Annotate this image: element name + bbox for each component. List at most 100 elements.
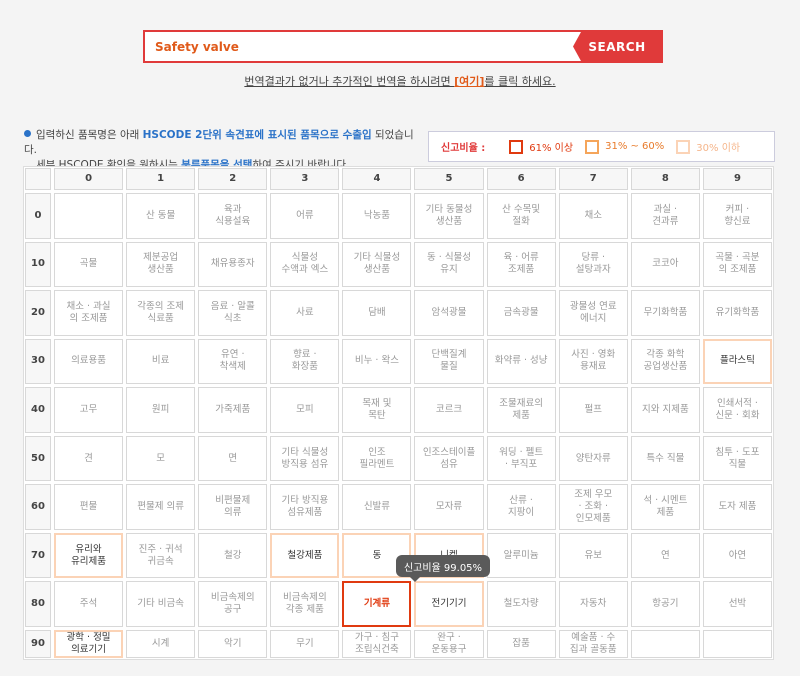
hscode-cell-08[interactable]: 과실 · 견과류 — [630, 193, 700, 239]
hscode-cell-65[interactable]: 모자류 — [414, 484, 484, 530]
hscode-cell-64[interactable]: 신발류 — [342, 484, 412, 530]
hscode-cell-03[interactable]: 어류 — [270, 193, 340, 239]
hscode-cell-67[interactable]: 조제 우모 · 조화 · 인모제품 — [558, 484, 628, 530]
hscode-cell-68[interactable]: 석 · 시멘트 제품 — [630, 484, 700, 530]
hscode-cell-50[interactable]: 견 — [54, 435, 124, 482]
hscode-cell-66[interactable]: 산류 · 지팡이 — [486, 484, 556, 530]
hscode-cell-14[interactable]: 기타 식물성 생산품 — [342, 241, 412, 288]
hscode-cell-18[interactable]: 코코아 — [630, 241, 700, 288]
hscode-cell-20[interactable]: 채소 · 과실 의 조제품 — [54, 290, 124, 336]
hscode-cell-24[interactable]: 담배 — [342, 290, 412, 336]
hscode-cell-36[interactable]: 화약류 · 성냥 — [486, 338, 556, 385]
hscode-cell-43[interactable]: 모피 — [270, 387, 340, 433]
hscode-cell-15[interactable]: 동 · 식물성 유지 — [414, 241, 484, 288]
hscode-cell-28[interactable]: 무기화학품 — [630, 290, 700, 336]
hscode-cell-70[interactable]: 유리와 유리제품 — [54, 532, 124, 579]
translation-note-post: 를 클릭 하세요. — [484, 75, 556, 88]
hscode-cell-02[interactable]: 육과 식용설육 — [198, 193, 268, 239]
hscode-cell-04[interactable]: 낙농품 — [342, 193, 412, 239]
hscode-cell-80[interactable]: 주석 — [54, 581, 124, 627]
hscode-cell-21[interactable]: 각종의 조제 식료품 — [126, 290, 196, 336]
hscode-cell-10[interactable]: 곡물 — [54, 241, 124, 288]
hscode-cell-89[interactable]: 선박 — [702, 581, 772, 627]
hscode-cell-81[interactable]: 기타 비금속 — [126, 581, 196, 627]
hscode-cell-51[interactable]: 모 — [126, 435, 196, 482]
hscode-cell-44[interactable]: 목재 및 목탄 — [342, 387, 412, 433]
hscode-cell-35[interactable]: 단백질계 물질 — [414, 338, 484, 385]
hscode-cell-33[interactable]: 향료 · 화장품 — [270, 338, 340, 385]
hscode-cell-88[interactable]: 항공기 — [630, 581, 700, 627]
hscode-cell-12[interactable]: 채유용종자 — [198, 241, 268, 288]
hscode-cell-37[interactable]: 사진 · 영화 용재료 — [558, 338, 628, 385]
hscode-cell-39[interactable]: 플라스틱 — [702, 338, 772, 385]
hscode-cell-07[interactable]: 채소 — [558, 193, 628, 239]
hscode-cell-96[interactable]: 잡품 — [486, 630, 556, 658]
hscode-cell-62[interactable]: 비편물제 의류 — [198, 484, 268, 530]
hscode-cell-77[interactable]: 유보 — [558, 532, 628, 579]
hscode-cell-48[interactable]: 지와 지제품 — [630, 387, 700, 433]
hscode-cell-41[interactable]: 원피 — [126, 387, 196, 433]
search-input[interactable] — [145, 32, 581, 61]
hscode-cell-85[interactable]: 전기기기 — [414, 581, 484, 627]
hscode-cell-59[interactable]: 침투 · 도포 직물 — [702, 435, 772, 482]
hscode-cell-17[interactable]: 당류 · 설탕과자 — [558, 241, 628, 288]
hscode-cell-16[interactable]: 육 · 어류 조제품 — [486, 241, 556, 288]
hscode-cell-11[interactable]: 제분공업 생산품 — [126, 241, 196, 288]
hscode-cell-55[interactable]: 인조스테이플 섬유 — [414, 435, 484, 482]
hscode-cell-97[interactable]: 예술품 · 수 집과 골동품 — [558, 630, 628, 658]
hscode-cell-01[interactable]: 산 동물 — [126, 193, 196, 239]
hscode-cell-42[interactable]: 가죽제품 — [198, 387, 268, 433]
hscode-cell-69[interactable]: 도자 제품 — [702, 484, 772, 530]
hscode-cell-58[interactable]: 특수 직물 — [630, 435, 700, 482]
hscode-cell-32[interactable]: 유연 · 착색제 — [198, 338, 268, 385]
hscode-cell-61[interactable]: 편물제 의류 — [126, 484, 196, 530]
hscode-cell-53[interactable]: 기타 식물성 방직용 섬유 — [270, 435, 340, 482]
hscode-cell-25[interactable]: 암석광물 — [414, 290, 484, 336]
hscode-cell-87[interactable]: 자동차 — [558, 581, 628, 627]
hscode-cell-91[interactable]: 시계 — [126, 630, 196, 658]
hscode-cell-95[interactable]: 완구 · 운동용구 — [414, 630, 484, 658]
hscode-cell-94[interactable]: 가구 · 침구 조립식건축 — [342, 630, 412, 658]
hscode-cell-05[interactable]: 기타 동물성 생산품 — [414, 193, 484, 239]
hscode-cell-31[interactable]: 비료 — [126, 338, 196, 385]
hscode-cell-30[interactable]: 의료용품 — [54, 338, 124, 385]
hscode-cell-60[interactable]: 편물 — [54, 484, 124, 530]
hscode-cell-92[interactable]: 악기 — [198, 630, 268, 658]
hscode-cell-52[interactable]: 면 — [198, 435, 268, 482]
hscode-cell-78[interactable]: 연 — [630, 532, 700, 579]
hscode-cell-73[interactable]: 철강제품 — [270, 532, 340, 579]
hscode-cell-63[interactable]: 기타 방직용 섬유제품 — [270, 484, 340, 530]
hscode-cell-49[interactable]: 인쇄서적 · 신문 · 회화 — [702, 387, 772, 433]
hscode-cell-76[interactable]: 알루미늄 — [486, 532, 556, 579]
hscode-cell-56[interactable]: 워딩 · 펠트 · 부직포 — [486, 435, 556, 482]
hscode-cell-79[interactable]: 아연 — [702, 532, 772, 579]
hscode-cell-90[interactable]: 광학 · 정밀 의료기기 — [54, 630, 124, 658]
hscode-cell-54[interactable]: 인조 필라멘트 — [342, 435, 412, 482]
here-link[interactable]: [여기] — [454, 75, 484, 88]
hscode-cell-40[interactable]: 고무 — [54, 387, 124, 433]
hscode-cell-27[interactable]: 광물성 연료 에너지 — [558, 290, 628, 336]
hscode-cell-23[interactable]: 사료 — [270, 290, 340, 336]
hscode-cell-86[interactable]: 철도차량 — [486, 581, 556, 627]
hscode-cell-93[interactable]: 무기 — [270, 630, 340, 658]
hscode-cell-71[interactable]: 진주 · 귀석 귀금속 — [126, 532, 196, 579]
hscode-cell-38[interactable]: 각종 화학 공업생산품 — [630, 338, 700, 385]
hscode-cell-29[interactable]: 유기화학품 — [702, 290, 772, 336]
hscode-cell-26[interactable]: 금속광물 — [486, 290, 556, 336]
search-button[interactable]: SEARCH — [573, 32, 661, 61]
hscode-cell-83[interactable]: 비금속제의 각종 제품 — [270, 581, 340, 627]
hscode-cell-34[interactable]: 비누 · 왁스 — [342, 338, 412, 385]
hscode-cell-09[interactable]: 커피 · 향신료 — [702, 193, 772, 239]
hscode-cell-82[interactable]: 비금속제의 공구 — [198, 581, 268, 627]
hscode-cell-84[interactable]: 기계류 — [342, 581, 412, 627]
column-header-0: 0 — [54, 168, 124, 190]
hscode-cell-72[interactable]: 철강 — [198, 532, 268, 579]
hscode-cell-46[interactable]: 조물재료의 제품 — [486, 387, 556, 433]
hscode-cell-19[interactable]: 곡물 · 곡분 의 조제품 — [702, 241, 772, 288]
hscode-cell-06[interactable]: 산 수목및 절화 — [486, 193, 556, 239]
hscode-cell-57[interactable]: 양탄자류 — [558, 435, 628, 482]
hscode-cell-47[interactable]: 펄프 — [558, 387, 628, 433]
hscode-cell-45[interactable]: 코르크 — [414, 387, 484, 433]
hscode-cell-22[interactable]: 음료 · 알콜 식초 — [198, 290, 268, 336]
hscode-cell-13[interactable]: 식물성 수액과 엑스 — [270, 241, 340, 288]
